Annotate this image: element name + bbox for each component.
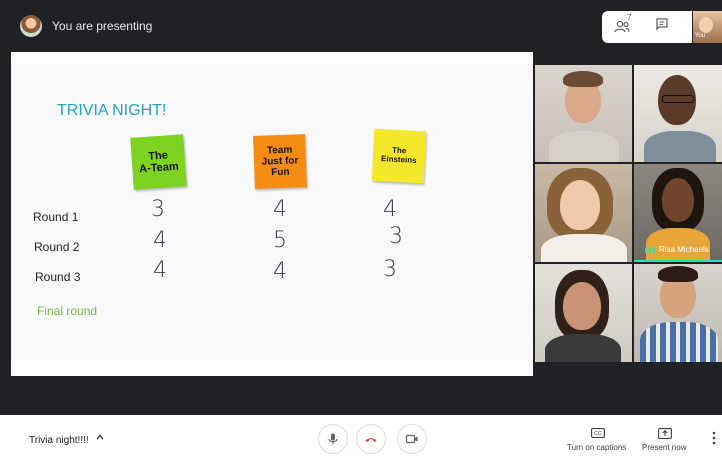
chat-icon	[656, 18, 668, 31]
camera-button[interactable]	[397, 424, 427, 454]
glasses-icon	[662, 95, 694, 103]
participant-face	[662, 178, 694, 222]
chat-button[interactable]	[655, 17, 671, 33]
camera-icon	[405, 434, 418, 444]
participant-tile-1[interactable]	[535, 65, 632, 162]
end-call-icon	[365, 438, 377, 442]
participant-name-label: Risa Michaels	[659, 245, 709, 254]
captions-icon[interactable]: CC	[591, 428, 605, 438]
participant-tile-5[interactable]	[535, 264, 632, 362]
people-count: 7	[627, 13, 632, 22]
team-name-3: The Einsteins	[380, 145, 417, 165]
participant-tile-3[interactable]	[535, 164, 632, 262]
leave-call-button[interactable]	[356, 424, 386, 454]
participant-hair	[563, 71, 603, 87]
microphone-icon	[328, 433, 338, 445]
presentation-slide: TRIVIA NIGHT! The A-Team Team Just for F…	[11, 52, 533, 376]
presenting-status: You are presenting	[52, 19, 153, 33]
round-label-3: Round 3	[35, 270, 81, 284]
score-r1-t2: 4	[273, 197, 287, 222]
participant-tile-2[interactable]	[634, 65, 722, 162]
team-sticky-2: Team Just for Fun	[253, 134, 307, 189]
slide-title: TRIVIA NIGHT!	[57, 102, 167, 119]
participant-tile-6[interactable]	[634, 264, 722, 362]
svg-text:CC: CC	[594, 431, 602, 437]
participant-body	[545, 334, 621, 362]
participant-body	[541, 234, 627, 262]
microphone-button[interactable]	[318, 424, 348, 454]
round-label-2: Round 2	[34, 240, 80, 254]
score-r1-t3: 4	[383, 197, 397, 222]
team-name-1: The A-Team	[138, 149, 180, 176]
meeting-details-button[interactable]: Trivia night!!!!	[29, 435, 89, 446]
people-icon	[614, 20, 630, 33]
participant-body	[644, 131, 716, 162]
score-r3-t1: 4	[153, 258, 167, 283]
participant-face	[563, 282, 601, 330]
present-now-label[interactable]: Present now	[642, 443, 686, 452]
participant-face	[560, 180, 600, 230]
score-r3-t3: 3	[383, 257, 397, 282]
score-r2-t2: 5	[273, 228, 287, 253]
team-sticky-1: The A-Team	[130, 134, 187, 190]
present-screen-icon[interactable]	[658, 428, 672, 439]
team-sticky-3: The Einsteins	[371, 128, 427, 184]
round-label-1: Round 1	[33, 210, 79, 224]
captions-button-label[interactable]: Turn on captions	[567, 443, 626, 452]
participant-body	[549, 131, 619, 162]
team-name-2: Team Just for Fun	[261, 144, 299, 179]
final-round-label: Final round	[37, 304, 98, 318]
more-options-icon[interactable]	[712, 431, 716, 445]
participant-body	[640, 322, 718, 362]
score-r3-t2: 4	[273, 259, 287, 284]
participant-hair	[658, 266, 698, 282]
self-view-label: You	[695, 33, 706, 39]
chevron-up-icon[interactable]	[95, 432, 105, 442]
speaking-indicator-icon	[645, 246, 655, 254]
score-r2-t3: 3	[389, 224, 403, 249]
score-r2-t1: 4	[153, 228, 167, 253]
score-r1-t1: 3	[151, 197, 165, 222]
presenter-avatar	[20, 15, 42, 37]
